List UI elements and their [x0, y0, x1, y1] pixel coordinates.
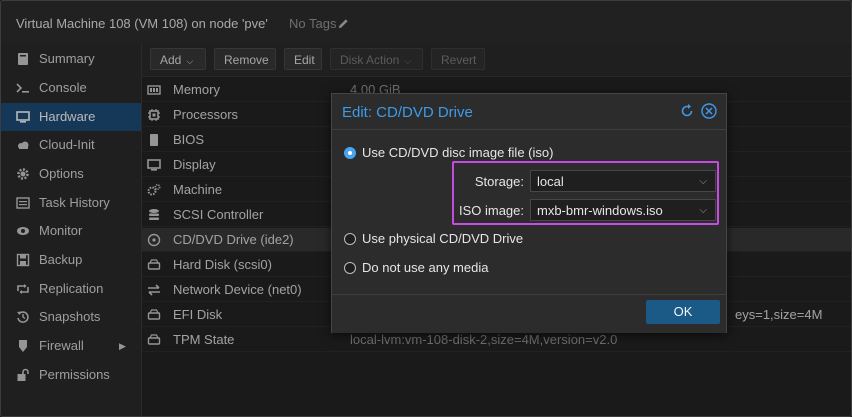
- radio-physical-drive[interactable]: [344, 233, 356, 245]
- iso-image-label: ISO image:: [458, 203, 524, 218]
- close-icon[interactable]: [701, 103, 717, 119]
- chevron-down-icon: ⌵: [699, 176, 707, 187]
- radio-use-iso[interactable]: [344, 147, 356, 159]
- storage-select[interactable]: local ⌵: [530, 170, 716, 192]
- undo-icon[interactable]: [679, 103, 695, 119]
- dialog-divider: [332, 129, 726, 130]
- ok-button[interactable]: OK: [646, 300, 720, 324]
- storage-label: Storage:: [474, 174, 524, 189]
- radio-physical-drive-label: Use physical CD/DVD Drive: [362, 231, 524, 246]
- edit-cd-dvd-dialog: Edit: CD/DVD Drive Use CD/DVD disc image…: [331, 93, 727, 333]
- radio-no-media-label: Do not use any media: [362, 260, 489, 275]
- iso-image-select[interactable]: mxb-bmr-windows.iso ⌵: [530, 199, 716, 221]
- iso-image-value: mxb-bmr-windows.iso: [537, 203, 663, 218]
- storage-value: local: [537, 174, 564, 189]
- chevron-down-icon: ⌵: [699, 205, 707, 216]
- radio-no-media[interactable]: [344, 262, 356, 274]
- radio-use-iso-label: Use CD/DVD disc image file (iso): [362, 145, 554, 160]
- dialog-title: Edit: CD/DVD Drive: [342, 104, 473, 121]
